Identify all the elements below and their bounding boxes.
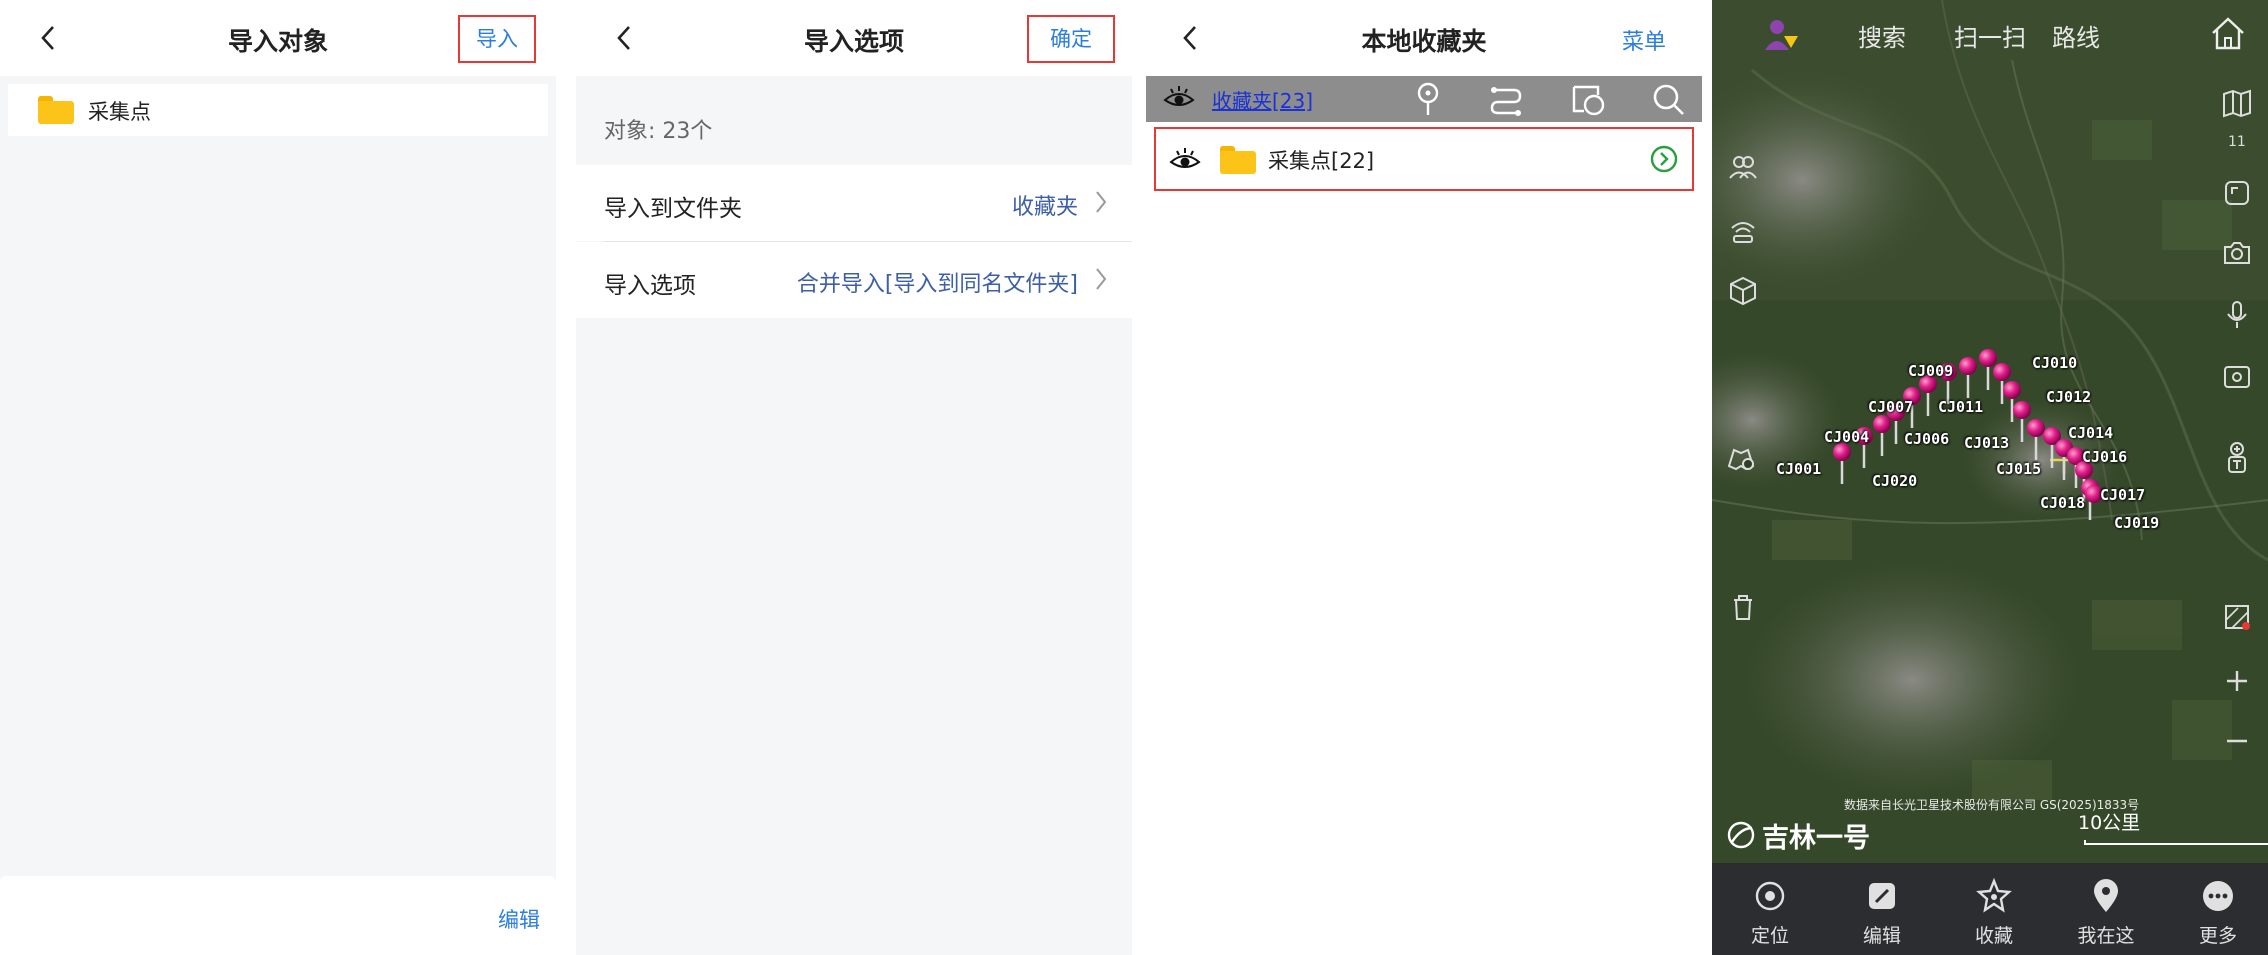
home-icon[interactable] — [2208, 14, 2248, 54]
eye-icon[interactable] — [1168, 145, 1202, 175]
folder-icon — [1220, 146, 1256, 174]
cube-icon[interactable] — [1726, 274, 1760, 308]
map-settings-icon[interactable] — [1724, 442, 1758, 476]
microphone-icon[interactable] — [2220, 298, 2254, 332]
option-row-folder[interactable]: 导入到文件夹 收藏夹 — [576, 165, 1132, 241]
map-point-label[interactable]: CJ012 — [2046, 388, 2091, 406]
zoom-level: 11 — [2228, 134, 2246, 150]
map-point-label[interactable]: CJ013 — [1964, 434, 2009, 452]
tab-label: 定位 — [1750, 925, 1789, 947]
tab-here[interactable]: 我在这 — [2066, 863, 2146, 955]
edit-icon — [1869, 883, 1895, 909]
bottom-bar: 编辑 — [0, 876, 556, 955]
map-edit-icon[interactable] — [2220, 600, 2254, 634]
map-point-label[interactable]: CJ006 — [1904, 430, 1949, 448]
import-button[interactable]: 导入 — [458, 15, 536, 63]
layers-book-icon[interactable] — [2220, 86, 2254, 120]
star-icon — [1976, 877, 2012, 913]
chevron-right-icon — [1096, 191, 1107, 213]
folder-icon — [38, 96, 74, 124]
area-icon[interactable] — [1570, 81, 1606, 117]
tab-locate[interactable]: 定位 — [1730, 863, 1810, 955]
top-bar: 导入对象 导入 — [0, 0, 556, 76]
divider — [1132, 0, 1146, 955]
tab-label: 编辑 — [1862, 925, 1901, 947]
more-icon — [2203, 881, 2233, 911]
map-point-label[interactable]: CJ004 — [1824, 428, 1869, 446]
map-point-label[interactable]: CJ009 — [1908, 362, 1953, 380]
search-icon[interactable] — [1650, 81, 1686, 117]
satellite-map-panel: CJ001 CJ004 CJ007 CJ009 CJ011 CJ006 CJ02… — [1712, 0, 2268, 955]
map-point-label[interactable]: CJ019 — [2114, 514, 2159, 532]
map-top-bar: 搜索 扫一扫 路线 — [1712, 0, 2268, 68]
tab-more[interactable]: 更多 — [2178, 863, 2258, 955]
chevron-right-icon — [1096, 268, 1107, 290]
zoom-in-icon[interactable] — [2220, 664, 2254, 698]
zoom-out-icon[interactable] — [2220, 724, 2254, 758]
screenshot-icon[interactable] — [2220, 360, 2254, 394]
list-item[interactable]: 采集点 — [8, 84, 548, 136]
scale-bar — [2084, 840, 2268, 845]
map-pin-icon — [2094, 879, 2118, 912]
map-point-label[interactable]: CJ014 — [2068, 424, 2113, 442]
map-point-label[interactable]: CJ011 — [1938, 398, 1983, 416]
import-options-panel: 导入选项 确定 对象: 23个 导入到文件夹 收藏夹 导入选项 合并导入[导入到… — [576, 0, 1132, 955]
brand-logo-icon — [1727, 821, 1755, 849]
map-point-label[interactable]: CJ010 — [2032, 354, 2077, 372]
scale-label: 10公里 — [2078, 812, 2141, 834]
favorites-folder-link[interactable]: 收藏夹[23] — [1212, 85, 1313, 114]
folder-label: 采集点[22] — [1268, 149, 1375, 173]
tab-edit[interactable]: 编辑 — [1842, 863, 1922, 955]
camera-icon[interactable] — [2220, 236, 2254, 270]
trash-icon[interactable] — [1726, 590, 1760, 624]
pin-icon[interactable] — [1410, 81, 1446, 117]
option-value: 收藏夹 — [1011, 195, 1078, 220]
page-title: 本地收藏夹 — [1361, 27, 1487, 56]
brand-name: 吉林一号 — [1762, 823, 1870, 854]
option-key: 导入到文件夹 — [604, 196, 742, 222]
fullscreen-icon[interactable] — [2220, 176, 2254, 210]
map-point-label[interactable]: CJ016 — [2082, 448, 2127, 466]
signal-icon[interactable] — [1726, 214, 1760, 248]
route-tab[interactable]: 路线 — [2052, 18, 2100, 53]
folder-label: 采集点 — [88, 100, 151, 124]
tab-favorites[interactable]: 收藏 — [1954, 863, 2034, 955]
add-text-icon[interactable] — [2220, 440, 2254, 474]
user-avatar-icon[interactable] — [1762, 16, 1802, 56]
confirm-button[interactable]: 确定 — [1027, 15, 1115, 63]
map-point-label[interactable]: CJ017 — [2100, 486, 2145, 504]
edit-button[interactable]: 编辑 — [498, 904, 540, 934]
local-favorites-panel: 本地收藏夹 菜单 收藏夹[23] 采集点[22] — [1146, 0, 1702, 955]
import-object-panel: 导入对象 导入 采集点 编辑 — [0, 0, 556, 955]
top-bar: 本地收藏夹 菜单 — [1146, 0, 1702, 76]
favorites-toolbar: 收藏夹[23] — [1146, 76, 1702, 122]
locate-icon — [1755, 881, 1785, 911]
tab-label: 更多 — [2198, 925, 2237, 947]
favorite-folder-item[interactable]: 采集点[22] — [1154, 127, 1694, 191]
option-row-import-mode[interactable]: 导入选项 合并导入[导入到同名文件夹] — [576, 242, 1132, 318]
map-point-label[interactable]: CJ020 — [1872, 472, 1917, 490]
divider — [1702, 0, 1712, 955]
people-icon[interactable] — [1726, 150, 1760, 184]
option-key: 导入选项 — [604, 273, 696, 299]
tab-label: 我在这 — [2077, 925, 2135, 947]
map-point-label[interactable]: CJ015 — [1996, 460, 2041, 478]
map-point-label[interactable]: CJ001 — [1776, 460, 1821, 478]
option-value: 合并导入[导入到同名文件夹] — [796, 272, 1078, 297]
route-icon[interactable] — [1488, 81, 1524, 117]
eye-icon[interactable] — [1162, 83, 1196, 113]
menu-button[interactable]: 菜单 — [1622, 24, 1666, 56]
top-bar: 导入选项 确定 — [576, 0, 1132, 76]
search-tab[interactable]: 搜索 — [1858, 18, 1906, 53]
bottom-tab-bar: 定位 编辑 收藏 我在这 更多 — [1712, 863, 2268, 955]
map-point-label[interactable]: CJ018 — [2040, 494, 2085, 512]
scan-tab[interactable]: 扫一扫 — [1954, 18, 2026, 53]
map-point-label[interactable]: CJ007 — [1868, 398, 1913, 416]
object-count: 对象: 23个 — [604, 119, 713, 144]
chevron-circle-right-icon[interactable] — [1650, 145, 1678, 173]
divider — [556, 0, 576, 955]
tab-label: 收藏 — [1974, 925, 2013, 947]
